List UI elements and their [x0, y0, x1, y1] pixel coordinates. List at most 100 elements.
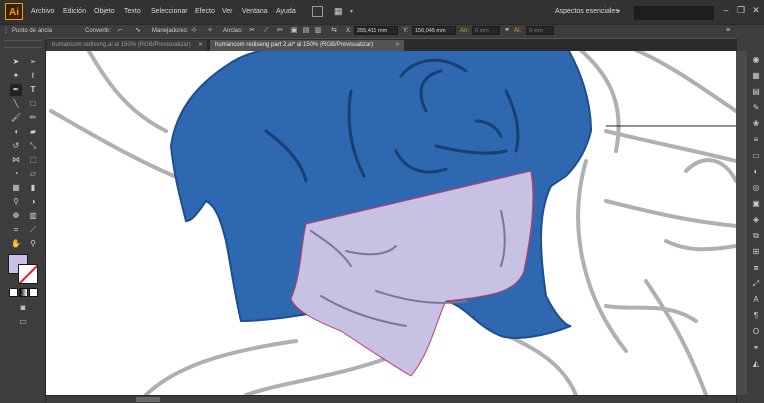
gradient-tool-icon[interactable]: ▮	[27, 182, 39, 194]
scrollbar-thumb[interactable]	[136, 397, 160, 402]
close-icon[interactable]: ✕	[198, 40, 203, 51]
convert-label: Convertir:	[85, 28, 112, 34]
bridge-icon[interactable]	[312, 6, 323, 17]
blend-tool-icon[interactable]: ◑	[27, 196, 39, 208]
panel-menu-icon[interactable]: ≡	[724, 27, 732, 35]
stroke-color-swatch[interactable]	[18, 264, 38, 284]
menu-ver[interactable]: Ver	[222, 0, 233, 24]
tab-humancom-rediseng[interactable]: humancom rediseng.ai al 150% (RGB/Previs…	[47, 40, 207, 51]
blob-brush-tool-icon[interactable]: ◖	[10, 126, 22, 138]
menu-seleccionar[interactable]: Seleccionar	[151, 0, 188, 24]
line-tool-icon[interactable]: ╲	[10, 98, 22, 110]
drawing-mode-icon[interactable]: ◙	[17, 302, 29, 314]
chevron-down-icon[interactable]: ▾	[350, 6, 353, 18]
appearance-icon[interactable]: ◎	[750, 182, 762, 194]
artboards-icon[interactable]: ⧉	[750, 230, 762, 242]
swatches-icon[interactable]: ▤	[750, 86, 762, 98]
gradient-panel-icon[interactable]: ▭	[750, 150, 762, 162]
tab-humancom-rediseng-part-2[interactable]: humancom rediseng part 2.ai* al 150% (RG…	[210, 40, 404, 51]
menu-texto[interactable]: Texto	[124, 0, 141, 24]
isolate-icon[interactable]: ▣	[290, 27, 298, 35]
slice-tool-icon[interactable]: ⟋	[27, 224, 39, 236]
arrange-documents-icon[interactable]: ▦	[334, 5, 348, 17]
cut-path-icon[interactable]: ✄	[276, 27, 284, 35]
type-tool-icon[interactable]: T	[27, 84, 39, 96]
y-coordinate-field[interactable]: 156,045 mm	[412, 26, 456, 35]
image-trace-icon[interactable]: ◭	[750, 358, 762, 370]
link-icon[interactable]: ⚭	[503, 27, 511, 35]
width-tool-icon[interactable]: ⋈	[10, 154, 22, 166]
opentype-icon[interactable]: O	[750, 326, 762, 338]
distribute-icon[interactable]: ▥	[314, 27, 322, 35]
pencil-tool-icon[interactable]: ✏	[27, 112, 39, 124]
graph-tool-icon[interactable]: ▥	[27, 210, 39, 222]
connect-anchors-icon[interactable]: ⟋	[262, 27, 270, 35]
show-handles-icon[interactable]: ⊹	[190, 27, 198, 35]
workspace-switcher[interactable]: Aspectos esenciales	[555, 0, 619, 24]
app-logo: Ai	[5, 3, 23, 20]
convert-corner-icon[interactable]: ⌐	[116, 27, 124, 35]
convert-smooth-icon[interactable]: ∿	[134, 27, 142, 35]
rotate-tool-icon[interactable]: ↺	[10, 140, 22, 152]
menu-efecto[interactable]: Efecto	[195, 0, 215, 24]
transparency-icon[interactable]: ◐	[750, 166, 762, 178]
zoom-tool-icon[interactable]: ⚲	[27, 238, 39, 250]
height-field[interactable]: 0 mm	[526, 26, 554, 35]
lasso-tool-icon[interactable]: ℓ	[27, 70, 39, 82]
close-icon[interactable]: ✕	[395, 40, 400, 51]
gradient-mode-icon[interactable]	[19, 288, 28, 297]
screen-mode-icon[interactable]: ▭	[17, 316, 29, 328]
align-icon[interactable]: ▤	[302, 27, 310, 35]
graphic-styles-icon[interactable]: ▣	[750, 198, 762, 210]
rectangle-tool-icon[interactable]: □	[27, 98, 39, 110]
eyedropper-tool-icon[interactable]: ⚲	[10, 196, 22, 208]
close-icon[interactable]: ✕	[749, 3, 763, 17]
layers-icon[interactable]: ◈	[750, 214, 762, 226]
panel-grip[interactable]	[4, 40, 42, 48]
links-icon[interactable]: ⚭	[750, 342, 762, 354]
menu-ventana[interactable]: Ventana	[242, 0, 268, 24]
hand-tool-icon[interactable]: ✋	[10, 238, 22, 250]
color-guide-icon[interactable]: ▦	[750, 70, 762, 82]
paintbrush-tool-icon[interactable]: 🖌	[10, 112, 22, 124]
selection-tool-icon[interactable]: ➤	[10, 56, 22, 68]
color-panel-icon[interactable]: ◉	[750, 54, 762, 66]
align-panel-icon[interactable]: ⊞	[750, 246, 762, 258]
remove-anchor-icon[interactable]: ✂	[248, 27, 256, 35]
transform-panel-icon[interactable]: ⤢	[750, 278, 762, 290]
menu-archivo[interactable]: Archivo	[31, 0, 54, 24]
mesh-tool-icon[interactable]: ▦	[10, 182, 22, 194]
pathfinder-icon[interactable]: ⧈	[750, 262, 762, 274]
none-mode-icon[interactable]	[29, 288, 38, 297]
direct-selection-tool-icon[interactable]: ➢	[27, 56, 39, 68]
chevron-down-icon[interactable]: ▾	[617, 0, 620, 24]
artboard-tool-icon[interactable]: ⌗	[10, 224, 22, 236]
free-transform-tool-icon[interactable]: ⬚	[27, 154, 39, 166]
perspective-tool-icon[interactable]: ▱	[27, 168, 39, 180]
menu-objeto[interactable]: Objeto	[94, 0, 115, 24]
eraser-tool-icon[interactable]: ▰	[27, 126, 39, 138]
x-coordinate-field[interactable]: 255,411 mm	[354, 26, 398, 35]
magic-wand-tool-icon[interactable]: ✦	[10, 70, 22, 82]
shape-builder-tool-icon[interactable]: ◔	[10, 168, 22, 180]
restore-icon[interactable]: ❐	[734, 3, 748, 17]
symbol-sprayer-tool-icon[interactable]: ❁	[10, 210, 22, 222]
align-to-icon[interactable]: ⇆	[330, 27, 338, 35]
artboard-canvas[interactable]	[46, 51, 736, 395]
menu-edicion[interactable]: Edición	[63, 0, 86, 24]
scale-tool-icon[interactable]: ⤡	[27, 140, 39, 152]
artwork[interactable]	[46, 51, 736, 395]
brushes-icon[interactable]: ✎	[750, 102, 762, 114]
character-icon[interactable]: A	[750, 294, 762, 306]
pen-tool-icon[interactable]: ✒	[10, 84, 22, 96]
menu-ayuda[interactable]: Ayuda	[276, 0, 296, 24]
vertical-scrollbar[interactable]	[736, 51, 747, 395]
help-search-input[interactable]	[634, 6, 714, 20]
symbols-icon[interactable]: ❀	[750, 118, 762, 130]
paragraph-icon[interactable]: ¶	[750, 310, 762, 322]
minimize-icon[interactable]: –	[719, 3, 733, 17]
hide-handles-icon[interactable]: ✧	[206, 27, 214, 35]
width-field[interactable]: 0 mm	[472, 26, 500, 35]
color-mode-icon[interactable]	[9, 288, 18, 297]
stroke-panel-icon[interactable]: ≡	[750, 134, 762, 146]
